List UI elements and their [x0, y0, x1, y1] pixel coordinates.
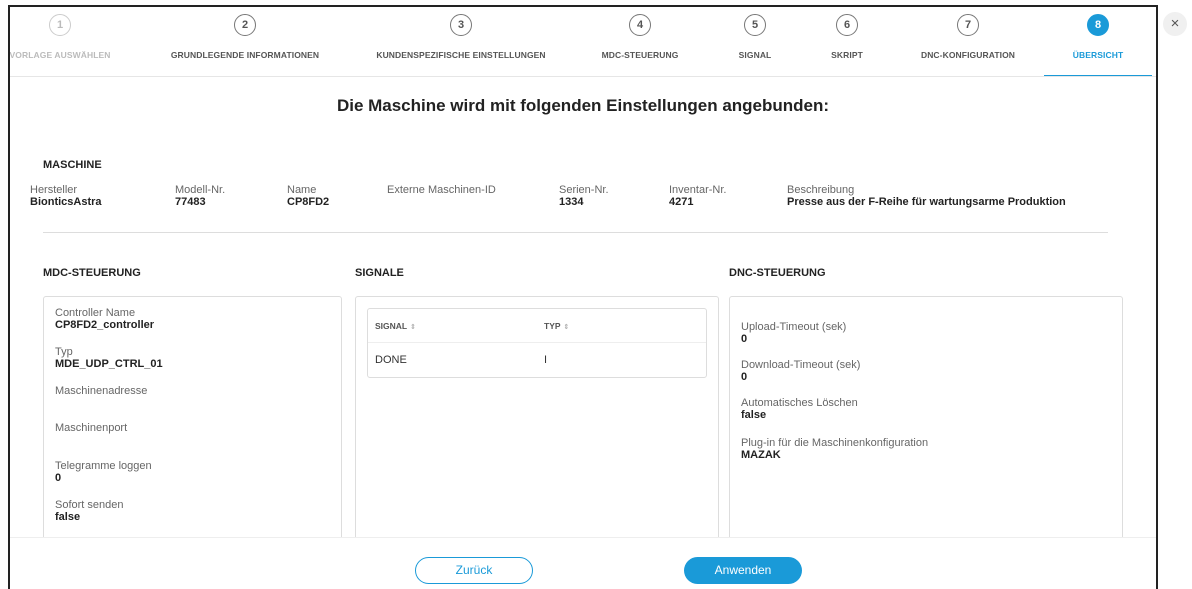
page-title: Die Maschine wird mit folgenden Einstell… [336, 96, 830, 115]
step-number: 3 [450, 14, 472, 36]
field-label: Name [287, 184, 317, 196]
wizard-stepper: 1 VORLAGE AUSWÄHLEN 2 GRUNDLEGENDE INFOR… [10, 7, 1156, 77]
step-kundenspezifische-einstellungen[interactable]: 3 KUNDENSPEZIFISCHE EINSTELLUNGEN [368, 7, 554, 77]
close-button[interactable]: × [1163, 12, 1187, 36]
mdc-field-typ: Typ MDE_UDP_CTRL_01 [55, 346, 163, 371]
machine-field-inventar-nr: Inventar-Nr. 4271 [669, 185, 726, 209]
step-number: 5 [744, 14, 766, 36]
step-label: ÜBERSICHT [1072, 50, 1124, 60]
field-value: 0 [55, 472, 62, 484]
field-label: Hersteller [30, 184, 78, 196]
machine-field-beschreibung: Beschreibung Presse aus der F-Reihe für … [787, 185, 1066, 209]
field-value: MAZAK [741, 449, 781, 461]
step-number: 4 [629, 14, 651, 36]
mdc-panel: Controller Name CP8FD2_controller Typ MD… [43, 296, 342, 537]
field-value: MDE_UDP_CTRL_01 [55, 358, 163, 370]
column-header-signal[interactable]: SIGNAL ⇕ [375, 321, 416, 331]
step-number: 2 [234, 14, 256, 36]
mdc-field-maschinenport: Maschinenport [55, 423, 127, 434]
field-label: Plug-in für die Maschinenkonfiguration [741, 437, 929, 449]
mdc-field-sofort-senden: Sofort senden false [55, 499, 124, 524]
field-value: 4271 [669, 196, 694, 208]
dnc-section-title: DNC-STEUERUNG [729, 267, 826, 279]
step-uebersicht[interactable]: 8 ÜBERSICHT [1044, 7, 1152, 77]
cell-signal: DONE [375, 354, 407, 366]
machine-field-name: Name CP8FD2 [287, 185, 329, 209]
field-value: 0 [741, 371, 748, 383]
step-dnc-konfiguration[interactable]: 7 DNC-KONFIGURATION [903, 7, 1033, 77]
field-value: Presse aus der F-Reihe für wartungsarme … [787, 196, 1066, 208]
dnc-panel: Upload-Timeout (sek) 0 Download-Timeout … [729, 296, 1123, 537]
machine-field-modell-nr: Modell-Nr. 77483 [175, 185, 225, 209]
step-label: DNC-KONFIGURATION [920, 50, 1016, 60]
section-divider [43, 232, 1108, 233]
step-grundlegende-informationen[interactable]: 2 GRUNDLEGENDE INFORMATIONEN [160, 7, 330, 77]
mdc-field-maschinenadresse: Maschinenadresse [55, 386, 147, 397]
step-mdc-steuerung[interactable]: 4 MDC-STEUERUNG [585, 7, 695, 77]
field-value: 0 [741, 333, 748, 345]
signals-panel: SIGNAL ⇕ TYP ⇕ DONE I [355, 296, 719, 537]
field-label: Upload-Timeout (sek) [741, 321, 847, 333]
field-value: CP8FD2_controller [55, 319, 155, 331]
field-value: 77483 [175, 196, 206, 208]
signals-table: SIGNAL ⇕ TYP ⇕ DONE I [367, 308, 707, 378]
wizard-dialog: 1 VORLAGE AUSWÄHLEN 2 GRUNDLEGENDE INFOR… [8, 5, 1158, 589]
mdc-field-telegramme-loggen: Telegramme loggen 0 [55, 460, 152, 485]
back-button[interactable]: Zurück [415, 557, 533, 584]
dnc-field-upload-timeout: Upload-Timeout (sek) 0 [741, 321, 847, 346]
machine-field-externe-id: Externe Maschinen-ID [387, 185, 496, 196]
field-value: BionticsAstra [30, 196, 102, 208]
sort-icon: ⇕ [410, 324, 416, 331]
signals-section-title: SIGNALE [355, 267, 404, 279]
field-label: Externe Maschinen-ID [387, 184, 496, 196]
field-label: Beschreibung [787, 184, 855, 196]
dnc-field-plugin-maschinenkonfiguration: Plug-in für die Maschinenkonfiguration M… [741, 437, 929, 462]
field-label: Maschinenadresse [55, 385, 148, 397]
step-vorlage-auswaehlen[interactable]: 1 VORLAGE AUSWÄHLEN [9, 7, 130, 77]
machine-section-title: MASCHINE [43, 159, 102, 171]
dnc-field-automatisches-loeschen: Automatisches Löschen false [741, 397, 858, 422]
column-header-typ[interactable]: TYP ⇕ [544, 321, 569, 331]
field-value: 1334 [559, 196, 584, 208]
field-label: Typ [55, 346, 73, 358]
field-label: Automatisches Löschen [741, 397, 858, 409]
step-number: 8 [1087, 14, 1109, 36]
step-label: GRUNDLEGENDE INFORMATIONEN [170, 50, 320, 60]
step-label: SIGNAL [738, 50, 772, 60]
summary-content: Die Maschine wird mit folgenden Einstell… [10, 77, 1156, 537]
step-label: SKRIPT [831, 50, 863, 60]
field-label: Telegramme loggen [55, 460, 152, 472]
step-label: KUNDENSPEZIFISCHE EINSTELLUNGEN [376, 50, 546, 60]
step-label: VORLAGE AUSWÄHLEN [9, 50, 111, 60]
machine-field-hersteller: Hersteller BionticsAstra [30, 185, 102, 209]
mdc-section-title: MDC-STEUERUNG [43, 267, 141, 279]
field-value: false [55, 511, 81, 523]
apply-button[interactable]: Anwenden [684, 557, 802, 584]
field-label: Serien-Nr. [559, 184, 609, 196]
close-icon: × [1170, 15, 1180, 32]
step-number: 6 [836, 14, 858, 36]
step-skript[interactable]: 6 SKRIPT [812, 7, 882, 77]
step-signal[interactable]: 5 SIGNAL [720, 7, 790, 77]
field-label: Sofort senden [55, 499, 124, 511]
field-value: false [741, 409, 767, 421]
dnc-field-download-timeout: Download-Timeout (sek) 0 [741, 359, 861, 384]
field-label: Controller Name [55, 307, 136, 319]
step-label: MDC-STEUERUNG [601, 50, 679, 60]
field-label: Download-Timeout (sek) [741, 359, 861, 371]
step-number: 7 [957, 14, 979, 36]
step-number: 1 [49, 14, 71, 36]
machine-field-serien-nr: Serien-Nr. 1334 [559, 185, 609, 209]
mdc-field-controller-name: Controller Name CP8FD2_controller [55, 307, 155, 332]
cell-typ: I [544, 354, 548, 366]
table-header: SIGNAL ⇕ TYP ⇕ [368, 309, 706, 343]
footer-divider [10, 537, 1156, 538]
field-label: Maschinenport [55, 422, 128, 434]
field-label: Modell-Nr. [175, 184, 226, 196]
sort-icon: ⇕ [563, 324, 570, 331]
field-label: Inventar-Nr. [669, 184, 727, 196]
field-value: CP8FD2 [287, 196, 330, 208]
